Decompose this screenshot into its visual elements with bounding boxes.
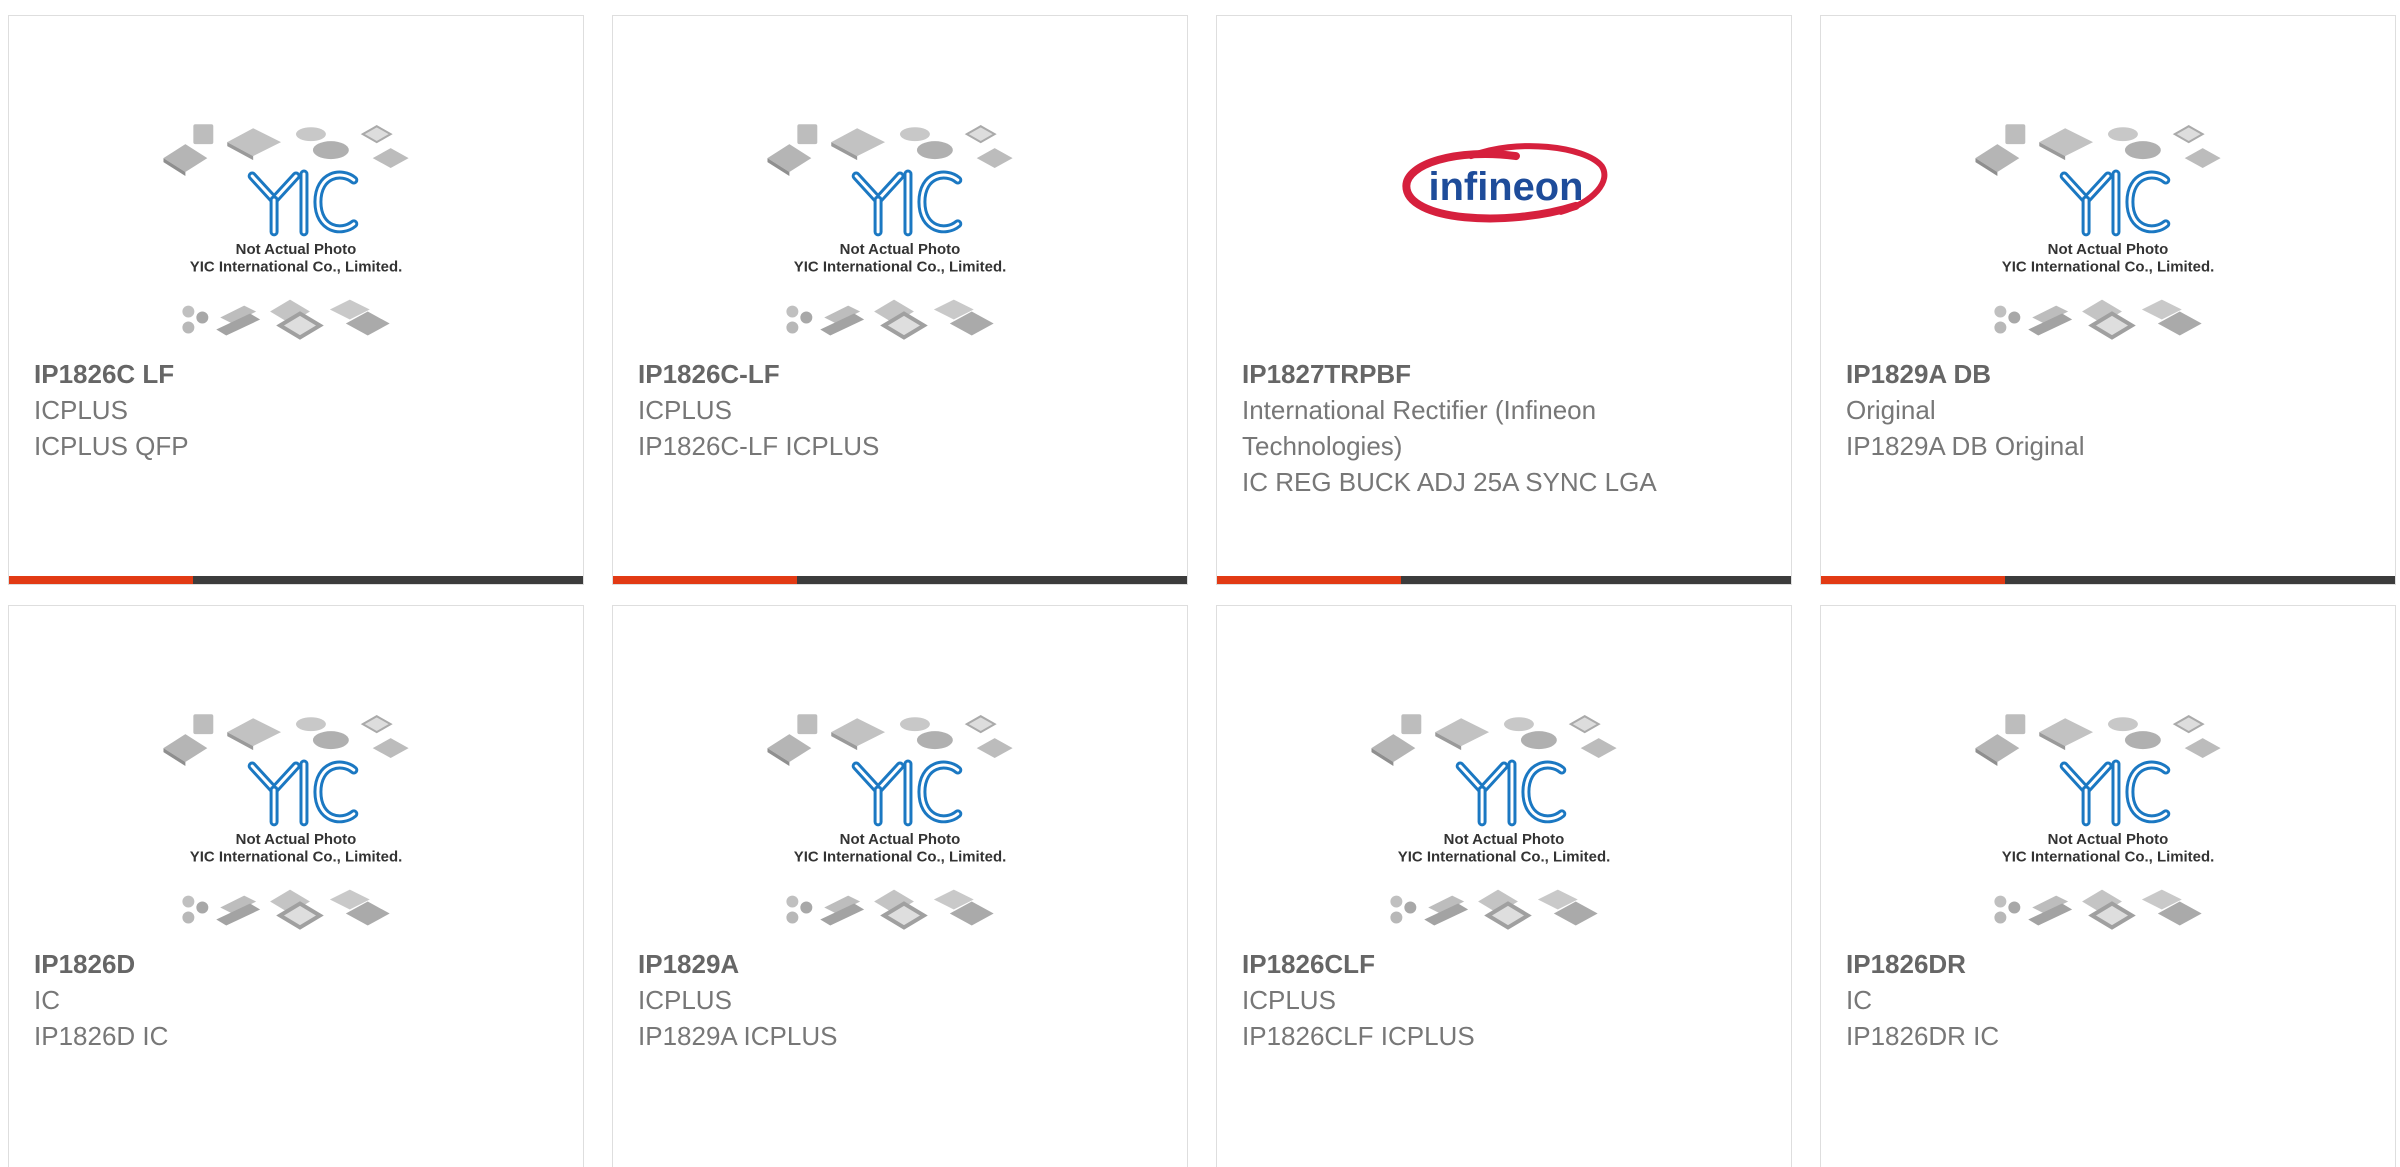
- yic-logo: [851, 759, 963, 827]
- product-placeholder-image[interactable]: Not Actual Photo YIC International Co., …: [613, 16, 1187, 351]
- part-number-link[interactable]: IP1826DR: [1846, 946, 2266, 982]
- part-number-link[interactable]: IP1829A DB: [1846, 356, 2266, 392]
- product-info: IP1826C-LF ICPLUS IP1826C-LF ICPLUS: [638, 356, 1058, 464]
- description: IP1826CLF ICPLUS: [1242, 1021, 1475, 1051]
- placeholder-line1: Not Actual Photo: [236, 831, 357, 848]
- yic-logo: [247, 759, 359, 827]
- manufacturer: Original: [1846, 395, 1936, 425]
- placeholder-line1: Not Actual Photo: [236, 241, 357, 258]
- yic-logo: [2059, 759, 2171, 827]
- part-number-link[interactable]: IP1826C LF: [34, 356, 454, 392]
- manufacturer: ICPLUS: [34, 395, 128, 425]
- part-number-link[interactable]: IP1826C-LF: [638, 356, 1058, 392]
- yic-logo: [247, 169, 359, 237]
- description: IC REG BUCK ADJ 25A SYNC LGA: [1242, 467, 1657, 497]
- description: IP1826C-LF ICPLUS: [638, 431, 880, 461]
- yic-logo: [2059, 169, 2171, 237]
- infineon-text: infineon: [1429, 165, 1584, 209]
- product-info: IP1826CLF ICPLUS IP1826CLF ICPLUS: [1242, 946, 1662, 1054]
- product-placeholder-image[interactable]: Not Actual Photo YIC International Co., …: [9, 606, 583, 941]
- placeholder-line2: YIC International Co., Limited.: [190, 259, 402, 276]
- product-card[interactable]: infineon IP1827TRPBF International Recti…: [1216, 15, 1792, 585]
- yic-logo: [1455, 759, 1567, 827]
- product-info: IP1826D IC IP1826D IC: [34, 946, 454, 1054]
- product-placeholder-image[interactable]: Not Actual Photo YIC International Co., …: [1821, 606, 2395, 941]
- manufacturer: IC: [34, 985, 60, 1015]
- placeholder-line1: Not Actual Photo: [2048, 831, 2169, 848]
- manufacturer: IC: [1846, 985, 1872, 1015]
- product-info: IP1829A ICPLUS IP1829A ICPLUS: [638, 946, 1058, 1054]
- placeholder-line2: YIC International Co., Limited.: [1398, 849, 1610, 866]
- card-accent-bar: [1821, 576, 2395, 584]
- product-card[interactable]: Not Actual Photo YIC International Co., …: [612, 15, 1188, 585]
- product-card[interactable]: Not Actual Photo YIC International Co., …: [1820, 605, 2396, 1167]
- description: IP1829A DB Original: [1846, 431, 2085, 461]
- placeholder-line1: Not Actual Photo: [1444, 831, 1565, 848]
- part-number-link[interactable]: IP1829A: [638, 946, 1058, 982]
- product-grid: Not Actual Photo YIC International Co., …: [0, 0, 2400, 1167]
- infineon-logo: infineon: [1402, 143, 1608, 223]
- product-placeholder-image[interactable]: Not Actual Photo YIC International Co., …: [9, 16, 583, 351]
- product-info: IP1829A DB Original IP1829A DB Original: [1846, 356, 2266, 464]
- product-info: IP1827TRPBF International Rectifier (Inf…: [1242, 356, 1662, 500]
- product-card[interactable]: Not Actual Photo YIC International Co., …: [612, 605, 1188, 1167]
- part-number-link[interactable]: IP1826CLF: [1242, 946, 1662, 982]
- product-card[interactable]: Not Actual Photo YIC International Co., …: [8, 15, 584, 585]
- manufacturer: ICPLUS: [638, 985, 732, 1015]
- card-accent-bar: [613, 576, 1187, 584]
- manufacturer: ICPLUS: [638, 395, 732, 425]
- placeholder-line2: YIC International Co., Limited.: [2002, 849, 2214, 866]
- product-placeholder-image[interactable]: Not Actual Photo YIC International Co., …: [1821, 16, 2395, 351]
- description: IP1829A ICPLUS: [638, 1021, 838, 1051]
- card-accent-bar: [9, 576, 583, 584]
- manufacturer-logo-image[interactable]: infineon: [1217, 16, 1791, 351]
- product-placeholder-image[interactable]: Not Actual Photo YIC International Co., …: [1217, 606, 1791, 941]
- placeholder-line1: Not Actual Photo: [840, 241, 961, 258]
- placeholder-line1: Not Actual Photo: [2048, 241, 2169, 258]
- placeholder-line2: YIC International Co., Limited.: [794, 259, 1006, 276]
- part-number-link[interactable]: IP1826D: [34, 946, 454, 982]
- product-card[interactable]: Not Actual Photo YIC International Co., …: [8, 605, 584, 1167]
- placeholder-line2: YIC International Co., Limited.: [190, 849, 402, 866]
- manufacturer: International Rectifier (Infineon Techno…: [1242, 395, 1597, 461]
- description: IP1826D IC: [34, 1021, 169, 1051]
- product-card[interactable]: Not Actual Photo YIC International Co., …: [1216, 605, 1792, 1167]
- description: ICPLUS QFP: [34, 431, 189, 461]
- manufacturer: ICPLUS: [1242, 985, 1336, 1015]
- product-info: IP1826DR IC IP1826DR IC: [1846, 946, 2266, 1054]
- placeholder-line2: YIC International Co., Limited.: [2002, 259, 2214, 276]
- card-accent-bar: [1217, 576, 1791, 584]
- product-placeholder-image[interactable]: Not Actual Photo YIC International Co., …: [613, 606, 1187, 941]
- placeholder-line2: YIC International Co., Limited.: [794, 849, 1006, 866]
- description: IP1826DR IC: [1846, 1021, 2000, 1051]
- part-number-link[interactable]: IP1827TRPBF: [1242, 356, 1662, 392]
- placeholder-line1: Not Actual Photo: [840, 831, 961, 848]
- product-info: IP1826C LF ICPLUS ICPLUS QFP: [34, 356, 454, 464]
- yic-logo: [851, 169, 963, 237]
- product-card[interactable]: Not Actual Photo YIC International Co., …: [1820, 15, 2396, 585]
